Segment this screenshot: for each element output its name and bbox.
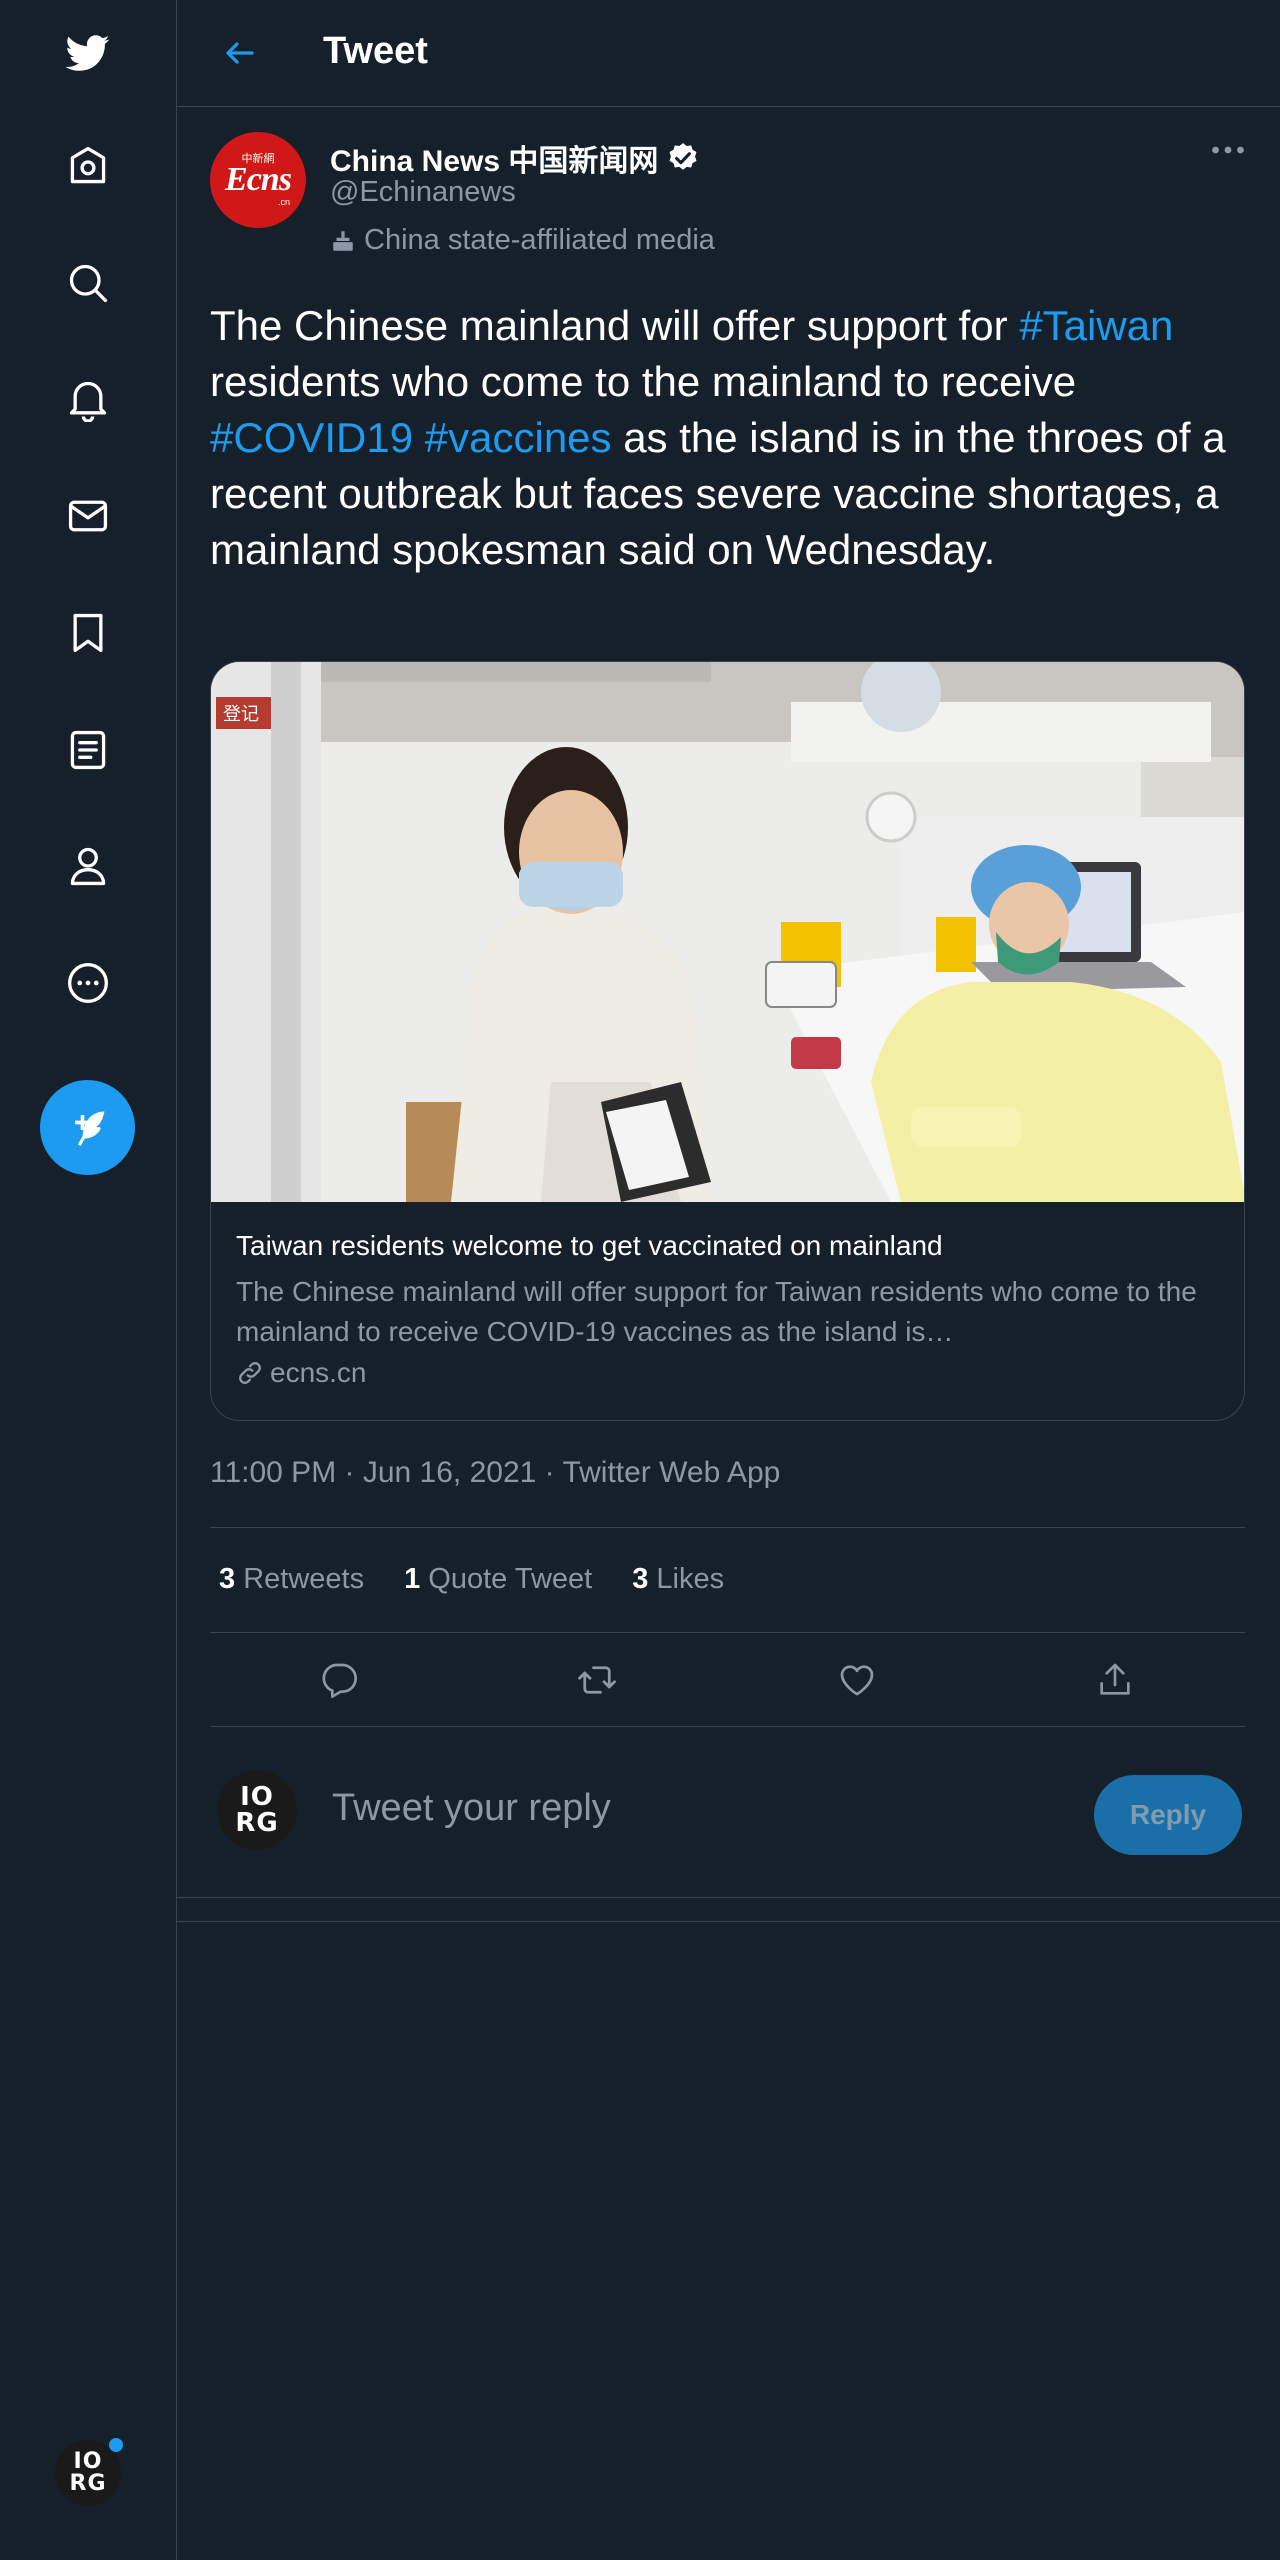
tweet-timestamp[interactable]: 11:00 PM · Jun 16, 2021 · Twitter Web Ap… — [210, 1456, 780, 1490]
ellipsis-icon — [1212, 146, 1244, 154]
likes-stat[interactable]: 3 Likes — [632, 1563, 724, 1596]
vaccination-photo: 登记 — [211, 662, 1244, 1202]
hashtag-taiwan-link[interactable]: #Taiwan — [1019, 302, 1173, 349]
retweets-count: 3 — [219, 1563, 236, 1595]
notification-dot — [109, 2438, 123, 2452]
author-handle[interactable]: @Echinanews — [330, 176, 516, 209]
avatar-logo-main: Ecns — [225, 161, 292, 198]
section-divider — [177, 1921, 1280, 1922]
author-avatar[interactable]: 中新網 Ecns .cn — [210, 132, 306, 228]
card-domain[interactable]: ecns.cn — [236, 1357, 367, 1389]
like-heart-icon — [840, 1665, 874, 1696]
divider — [210, 1527, 1245, 1528]
more-icon[interactable] — [55, 950, 121, 1016]
link-preview-card[interactable]: 登记 Taiwan residents welcome to get vacci… — [210, 661, 1245, 1421]
podium-icon — [333, 230, 353, 251]
explore-search-icon[interactable] — [55, 250, 121, 316]
bookmarks-icon[interactable] — [55, 600, 121, 666]
compose-tweet-button[interactable] — [40, 1080, 135, 1175]
reply-avatar-line1: IO — [240, 1782, 274, 1812]
account-avatar-line2: RG — [69, 2471, 107, 2496]
compose-tweet-icon — [74, 1111, 104, 1146]
quotes-count: 1 — [404, 1563, 421, 1595]
like-button[interactable] — [827, 1655, 887, 1705]
messages-mail-icon[interactable] — [55, 483, 121, 549]
likes-label: Likes — [656, 1563, 725, 1595]
share-icon — [1100, 1663, 1130, 1695]
tweet-text-part: The Chinese mainland will offer support … — [210, 302, 1020, 349]
reply-submit-button[interactable]: Reply — [1094, 1775, 1242, 1855]
more-options-button[interactable] — [1203, 130, 1253, 170]
quotes-label: Quote Tweet — [428, 1563, 593, 1595]
author-name-row[interactable]: China News 中国新闻网 — [330, 136, 700, 180]
account-avatar-line1: IO — [73, 2449, 103, 2474]
tweet-text-part — [413, 414, 425, 461]
home-icon[interactable] — [55, 133, 121, 199]
account-avatar[interactable]: IO RG — [55, 2438, 123, 2506]
verified-badge-icon — [669, 143, 697, 170]
lists-icon[interactable] — [55, 717, 121, 783]
author-name[interactable]: China News 中国新闻网 — [330, 136, 658, 180]
reply-icon — [322, 1663, 357, 1698]
tweet-text: The Chinese mainland will offer support … — [210, 298, 1260, 578]
reply-avatar[interactable]: IO RG — [217, 1770, 297, 1850]
back-button[interactable] — [207, 20, 273, 86]
link-icon — [239, 1362, 261, 1384]
engagement-stats: 3 Retweets 1 Quote Tweet 3 Likes — [219, 1563, 724, 1596]
main-column: Tweet 中新網 Ecns .cn China News 中国新闻网 @Ech… — [177, 0, 1280, 2560]
section-divider — [177, 1897, 1280, 1898]
page-title: Tweet — [323, 30, 428, 72]
avatar-logo-suffix: .cn — [277, 197, 290, 207]
twitter-logo-icon[interactable] — [55, 20, 121, 86]
divider — [210, 1726, 1245, 1727]
card-title[interactable]: Taiwan residents welcome to get vaccinat… — [236, 1230, 943, 1262]
share-button[interactable] — [1085, 1655, 1145, 1705]
quote-tweets-stat[interactable]: 1 Quote Tweet — [404, 1563, 592, 1596]
divider — [210, 1632, 1245, 1633]
card-image[interactable]: 登记 — [211, 662, 1244, 1202]
tweet-text-part: residents who come to the mainland to re… — [210, 358, 1077, 405]
state-media-label[interactable]: China state-affiliated media — [330, 224, 715, 257]
back-arrow-icon — [226, 42, 254, 64]
affiliation-text: China state-affiliated media — [364, 224, 715, 256]
retweet-icon — [578, 1666, 616, 1694]
likes-count: 3 — [632, 1563, 649, 1595]
profile-icon[interactable] — [55, 833, 121, 899]
reply-avatar-line2: RG — [235, 1808, 279, 1838]
reply-input[interactable] — [332, 1787, 1032, 1830]
retweet-button[interactable] — [567, 1655, 627, 1705]
retweets-label: Retweets — [243, 1563, 365, 1595]
photo-sign-text: 登记 — [223, 704, 259, 725]
hashtag-covid19-link[interactable]: #COVID19 — [210, 414, 413, 461]
hashtag-vaccines-link[interactable]: #vaccines — [425, 414, 612, 461]
reply-button[interactable] — [309, 1655, 369, 1705]
sidebar-nav: IO RG — [0, 0, 177, 2560]
card-description: The Chinese mainland will offer support … — [236, 1276, 1197, 1347]
notifications-bell-icon[interactable] — [55, 367, 121, 433]
card-domain-text: ecns.cn — [270, 1357, 367, 1388]
page-header: Tweet — [177, 0, 1280, 107]
retweets-stat[interactable]: 3 Retweets — [219, 1563, 364, 1596]
